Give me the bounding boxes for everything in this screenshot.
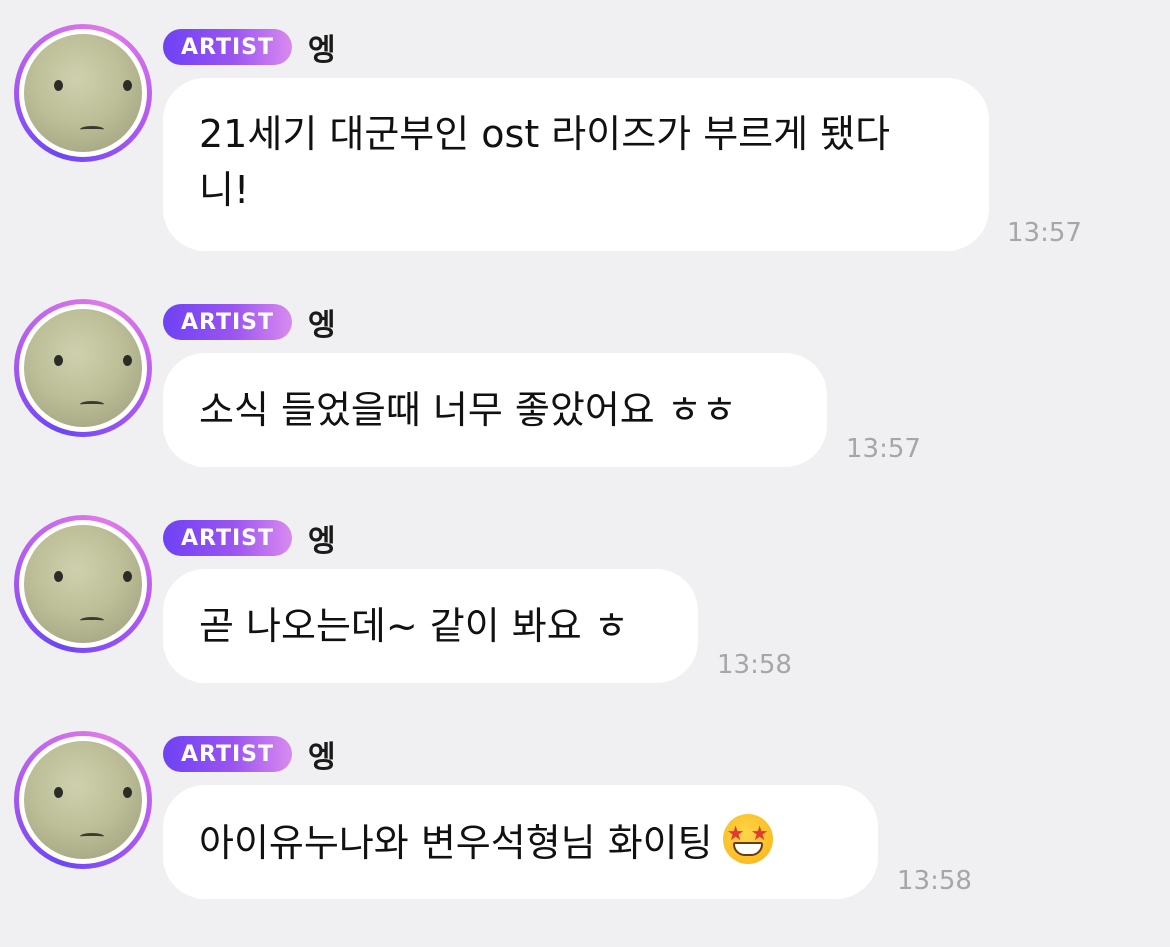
avatar-eye-left [54, 787, 63, 798]
avatar-image [24, 309, 142, 427]
chat-thread: ARTIST 엥 21세기 대군부인 ost 라이즈가 부르게 됐다 니! 13… [0, 0, 1170, 947]
avatar-eye-left [54, 571, 63, 582]
artist-badge: ARTIST [163, 520, 293, 556]
message-bubble[interactable]: 21세기 대군부인 ost 라이즈가 부르게 됐다 니! [163, 78, 989, 251]
avatar[interactable] [14, 731, 152, 869]
avatar-mouth [80, 833, 104, 840]
message-timestamp: 13:57 [846, 434, 921, 464]
avatar-ring [19, 736, 147, 864]
avatar-image [24, 525, 142, 643]
sender-name[interactable]: 엥 [308, 732, 336, 776]
message-text: 소식 들었을때 너무 좋았어요 ㅎㅎ [199, 388, 737, 432]
artist-badge: ARTIST [163, 304, 293, 340]
message-header: ARTIST 엥 [163, 516, 336, 560]
avatar[interactable] [14, 299, 152, 437]
message-text-line: 니! [199, 168, 250, 212]
sender-name[interactable]: 엥 [308, 300, 336, 344]
message-timestamp: 13:58 [897, 866, 972, 896]
message-text-line: 21세기 대군부인 ost 라이즈가 부르게 됐다 [199, 112, 891, 156]
avatar[interactable] [14, 24, 152, 162]
star-eye-icon: ★ [726, 821, 745, 845]
message-text-row: 아이유누나와 변우석형님 화이팅 ★ ★ [199, 814, 842, 871]
avatar-image [24, 34, 142, 152]
message-bubble[interactable]: 곧 나오는데~ 같이 봐요 ㅎ [163, 569, 698, 683]
avatar-eye-right [123, 355, 132, 366]
avatar-eye-right [123, 80, 132, 91]
message-bubble[interactable]: 소식 들었을때 너무 좋았어요 ㅎㅎ [163, 353, 827, 467]
avatar-mouth [80, 126, 104, 133]
avatar-eye-right [123, 787, 132, 798]
avatar[interactable] [14, 515, 152, 653]
message-header: ARTIST 엥 [163, 25, 336, 69]
sender-name[interactable]: 엥 [308, 25, 336, 69]
message-bubble[interactable]: 아이유누나와 변우석형님 화이팅 ★ ★ [163, 785, 878, 899]
message-text: 아이유누나와 변우석형님 화이팅 [199, 821, 713, 865]
message-timestamp: 13:57 [1007, 218, 1082, 248]
avatar-eye-right [123, 571, 132, 582]
artist-badge: ARTIST [163, 736, 293, 772]
star-eye-icon: ★ [750, 821, 769, 845]
message-timestamp: 13:58 [717, 650, 792, 680]
avatar-ring [19, 520, 147, 648]
message-header: ARTIST 엥 [163, 732, 336, 776]
avatar-mouth [80, 401, 104, 408]
sender-name[interactable]: 엥 [308, 516, 336, 560]
avatar-eye-left [54, 80, 63, 91]
star-struck-emoji-icon: ★ ★ [722, 814, 773, 864]
avatar-eye-left [54, 355, 63, 366]
avatar-mouth [80, 617, 104, 624]
avatar-ring [19, 29, 147, 157]
avatar-image [24, 741, 142, 859]
avatar-ring [19, 304, 147, 432]
artist-badge: ARTIST [163, 29, 293, 65]
message-header: ARTIST 엥 [163, 300, 336, 344]
message-text: 곧 나오는데~ 같이 봐요 ㅎ [199, 604, 629, 648]
grin-mouth [732, 842, 763, 856]
